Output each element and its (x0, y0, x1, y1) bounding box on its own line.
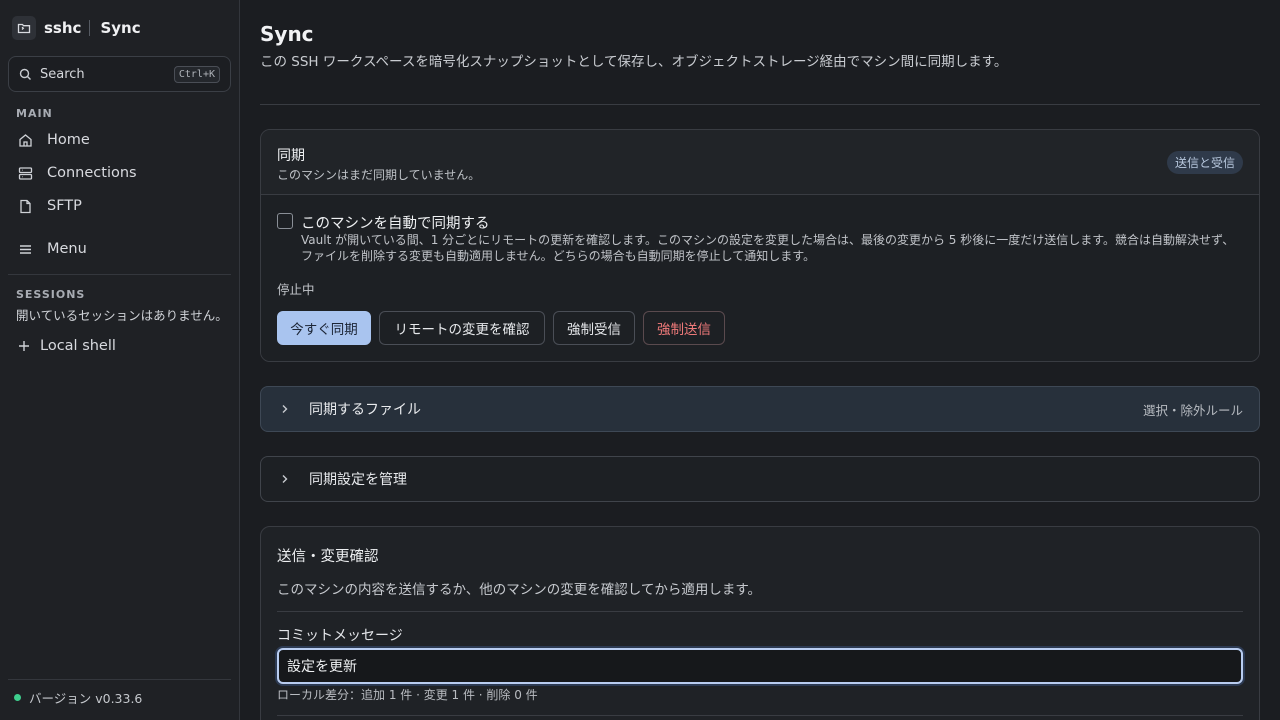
local-shell-button[interactable]: Local shell (8, 331, 231, 361)
commit-message-input[interactable] (277, 648, 1243, 684)
header-divider (260, 104, 1260, 105)
sync-files-section-toggle[interactable]: 同期するファイル 選択・除外ルール (260, 386, 1260, 432)
sync-card-header: 同期 このマシンはまだ同期していません。 送信と受信 (261, 130, 1259, 195)
local-diff-summary: ローカル差分：追加 1 件 · 変更 1 件 · 削除 0 件 (277, 688, 538, 702)
menu-button[interactable]: Menu (8, 234, 231, 264)
sync-now-button[interactable]: 今すぐ同期 (277, 311, 371, 345)
brand-divider (89, 20, 91, 36)
search-button[interactable]: Search Ctrl+K (8, 56, 231, 92)
brand: sshc Sync (12, 16, 141, 40)
auto-sync-checkbox[interactable] (277, 213, 293, 229)
sync-card: 同期 このマシンはまだ同期していません。 送信と受信 このマシンを自動で同期する… (260, 129, 1260, 362)
file-icon (20, 199, 31, 213)
search-icon (19, 68, 31, 80)
hamburger-icon (20, 244, 31, 254)
version-info: バージョン v0.33.6 (14, 688, 142, 707)
sidebar-item-label: Connections (47, 165, 137, 181)
version-label: バージョン v0.33.6 (29, 691, 143, 706)
sidebar-footer-divider (8, 679, 231, 680)
chevron-right-icon (281, 474, 293, 484)
commit-message-label: コミットメッセージ (277, 628, 403, 644)
plus-icon (19, 341, 29, 351)
sync-settings-label: 同期設定を管理 (309, 472, 407, 488)
page-description: この SSH ワークスペースを暗号化スナップショットとして保存し、オブジェクトス… (260, 54, 1008, 70)
local-shell-label: Local shell (40, 338, 116, 354)
auto-sync-description: Vault が開いている間、1 分ごとにリモートの更新を確認します。このマシンの… (301, 233, 1235, 263)
server-icon (18, 166, 33, 180)
force-push-button[interactable]: 強制送信 (643, 311, 725, 345)
sidebar-divider (8, 274, 231, 275)
current-page-label: Sync (100, 19, 141, 37)
home-icon (19, 133, 32, 147)
sync-status: 停止中 (277, 282, 315, 297)
menu-label: Menu (47, 241, 87, 257)
sidebar-item-connections[interactable]: Connections (8, 158, 231, 188)
check-remote-button[interactable]: リモートの変更を確認 (379, 311, 545, 345)
send-card-title: 送信・変更確認 (277, 549, 379, 565)
sync-mode-badge: 送信と受信 (1166, 151, 1243, 174)
folder-icon (12, 16, 36, 40)
sidebar-item-label: SFTP (47, 198, 82, 214)
sidebar-item-label: Home (47, 132, 90, 148)
sync-card-title: 同期 (277, 148, 305, 164)
sidebar-item-home[interactable]: Home (8, 125, 231, 155)
sidebar: sshc Sync Search Ctrl+K MAIN Home Connec… (0, 0, 240, 720)
chevron-right-icon (281, 404, 293, 414)
search-shortcut: Ctrl+K (173, 65, 220, 83)
sync-card-body: このマシンを自動で同期する Vault が開いている間、1 分ごとにリモートの更… (261, 195, 1259, 361)
send-card-description: このマシンの内容を送信するか、他のマシンの変更を確認してから適用します。 (277, 582, 761, 598)
sync-files-hint: 選択・除外ルール (1142, 402, 1243, 418)
send-card: 送信・変更確認 このマシンの内容を送信するか、他のマシンの変更を確認してから適用… (260, 526, 1260, 720)
force-pull-button[interactable]: 強制受信 (553, 311, 635, 345)
sync-files-label: 同期するファイル (309, 402, 421, 418)
sidebar-item-sftp[interactable]: SFTP (8, 191, 231, 221)
main-section-title: MAIN (16, 107, 53, 120)
send-card-divider (277, 715, 1243, 716)
status-dot (14, 694, 21, 701)
auto-sync-label[interactable]: このマシンを自動で同期する (301, 212, 490, 233)
app-name: sshc (44, 19, 82, 37)
main-content: Sync この SSH ワークスペースを暗号化スナップショットとして保存し、オブ… (240, 0, 1280, 720)
send-card-divider (277, 611, 1243, 612)
sessions-empty-text: 開いているセッションはありません。 (16, 308, 228, 323)
sync-settings-section-toggle[interactable]: 同期設定を管理 (260, 456, 1260, 502)
sessions-section-title: SESSIONS (16, 288, 86, 301)
search-label: Search (40, 66, 85, 82)
sync-card-subtitle: このマシンはまだ同期していません。 (277, 168, 481, 182)
page-title: Sync (260, 22, 314, 46)
